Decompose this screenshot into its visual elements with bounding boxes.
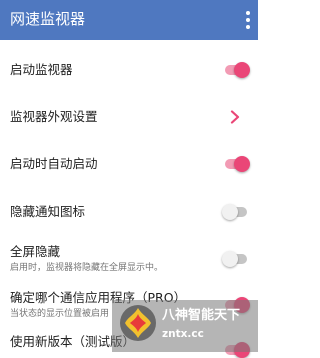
app-title: 网速监视器 — [10, 10, 86, 28]
watermark-logo-icon — [120, 305, 156, 341]
watermark-url: zntx.cc — [162, 328, 204, 340]
setting-hide-notification-icon[interactable]: 隐藏通知图标 — [0, 190, 258, 234]
autostart-switch[interactable] — [222, 156, 250, 172]
app-bar: 网速监视器 — [0, 0, 258, 40]
setting-summary: 启用时，监视器将隐藏在全屏显示中。 — [10, 263, 164, 273]
setting-fullscreen-hide[interactable]: 全屏隐藏 启用时，监视器将隐藏在全屏显示中。 — [0, 238, 258, 282]
setting-label: 全屏隐藏 — [10, 244, 61, 259]
start-monitor-switch[interactable] — [222, 62, 250, 78]
fullscreen-hide-switch[interactable] — [222, 251, 250, 267]
watermark: 八神智能天下 zntx.cc — [112, 300, 258, 352]
setting-monitor-appearance[interactable]: 监视器外观设置 — [0, 94, 258, 140]
chevron-right-icon — [230, 110, 240, 124]
setting-label: 启动时自动启动 — [10, 156, 98, 171]
setting-summary: 当状态的显示位置被启用 — [10, 309, 110, 319]
setting-label: 监视器外观设置 — [10, 109, 98, 124]
hide-notification-icon-switch[interactable] — [222, 204, 250, 220]
setting-start-monitor[interactable]: 启动监视器 — [0, 48, 258, 92]
setting-label: 隐藏通知图标 — [10, 204, 86, 219]
more-vert-icon[interactable] — [240, 8, 256, 32]
setting-autostart-on-boot[interactable]: 启动时自动启动 — [0, 142, 258, 186]
watermark-title: 八神智能天下 — [162, 308, 241, 323]
setting-label: 启动监视器 — [10, 62, 73, 77]
